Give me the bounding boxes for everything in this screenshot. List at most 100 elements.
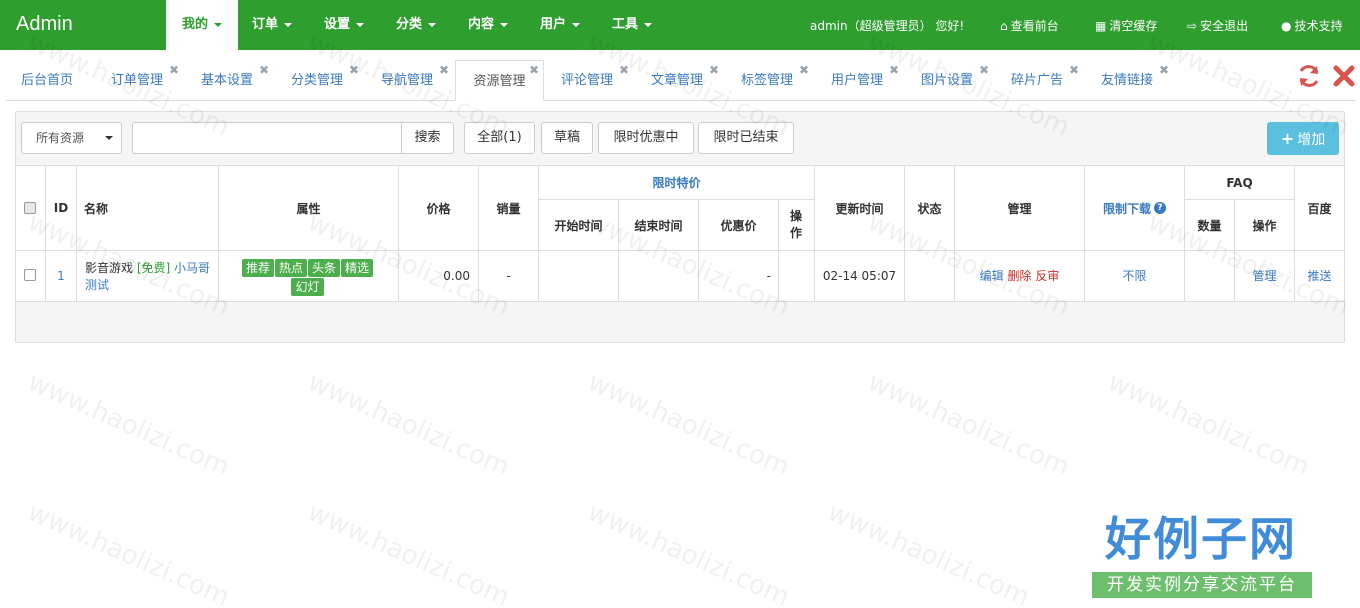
select-all-checkbox[interactable] — [24, 202, 36, 214]
search-button[interactable]: 搜索 — [401, 122, 454, 154]
menu-users[interactable]: 用户 — [528, 0, 592, 50]
tab-image-settings[interactable]: 图片设置 — [921, 60, 973, 101]
row-faq-op: 管理 — [1235, 251, 1294, 301]
tab-articles[interactable]: 文章管理 — [651, 60, 703, 101]
tag-headline[interactable]: 头条 — [308, 259, 341, 277]
menu-tools[interactable]: 工具 — [600, 0, 664, 50]
close-icon[interactable]: ✖ — [979, 64, 989, 76]
chevron-down-icon — [284, 22, 292, 27]
watermark-text: www.haolizi.com — [23, 497, 234, 608]
menu-categories[interactable]: 分类 — [384, 0, 448, 50]
row-free-badge: [免费] — [136, 261, 171, 275]
col-promo-start: 开始时间 — [554, 218, 603, 233]
top-navbar: Admin 我的 订单 设置 分类 内容 用户 工具 admin（超级管理员） … — [0, 0, 1360, 50]
home-icon: ⌂ — [1000, 19, 1008, 33]
close-icon[interactable]: ✖ — [1159, 64, 1169, 76]
refresh-icon[interactable] — [1296, 63, 1322, 89]
tab-navigation[interactable]: 导航管理 — [381, 60, 433, 101]
close-icon[interactable]: ✖ — [1069, 64, 1079, 76]
row-updated: 02-14 05:07 — [822, 269, 897, 283]
close-icon[interactable]: ✖ — [349, 64, 359, 76]
filter-promo-ended-button[interactable]: 限时已结束 — [698, 122, 794, 154]
tab-fragment-ads[interactable]: 碎片广告 — [1011, 60, 1063, 101]
row-promo-start — [539, 251, 618, 301]
tag-featured[interactable]: 精选 — [341, 259, 374, 277]
support-link[interactable]: ● 技术支持 — [1281, 0, 1343, 50]
close-icon[interactable]: ✖ — [169, 64, 179, 76]
chevron-down-icon — [644, 22, 652, 27]
filter-draft-button[interactable]: 草稿 — [541, 122, 593, 154]
col-promo: 限时特价 — [652, 176, 701, 190]
plus-icon: + — [1280, 129, 1295, 148]
col-name: 名称 — [84, 201, 109, 216]
logout-link[interactable]: ⇨ 安全退出 — [1187, 0, 1248, 50]
resource-table: ID 名称 属性 价格 销量 限时特价 开始时间 结束时间 优惠价 操作 更新时… — [16, 165, 1344, 302]
filter-all-button[interactable]: 全部(1) — [464, 122, 535, 154]
menu-content[interactable]: 内容 — [456, 0, 520, 50]
view-front-link[interactable]: ⌂ 查看前台 — [1000, 0, 1059, 50]
row-faq-count — [1185, 251, 1234, 301]
help-icon[interactable]: ? — [1154, 202, 1166, 214]
close-icon[interactable]: ✖ — [439, 64, 449, 76]
row-checkbox[interactable] — [24, 269, 36, 281]
watermark-text: www.haolizi.com — [1103, 367, 1314, 483]
download-limit-link[interactable]: 不限 — [1122, 269, 1146, 283]
tab-home[interactable]: 后台首页 — [21, 60, 73, 101]
tab-bar: 后台首页 订单管理 ✖ 基本设置 ✖ 分类管理 ✖ 导航管理 ✖ 资源管理 ✖ … — [6, 60, 1356, 101]
clear-cache-link[interactable]: ▦ 清空缓存 — [1095, 0, 1157, 50]
faq-manage-link[interactable]: 管理 — [1252, 269, 1276, 283]
menu-settings[interactable]: 设置 — [312, 0, 376, 50]
delete-link[interactable]: 删除 — [1007, 269, 1031, 283]
watermark-text: www.haolizi.com — [863, 367, 1074, 483]
watermark-logo-subtitle: 开发实例分享交流平台 — [1092, 572, 1312, 598]
filter-promo-active-button[interactable]: 限时优惠中 — [598, 122, 694, 154]
row-download-limit: 不限 — [1085, 251, 1184, 301]
close-icon[interactable]: ✖ — [529, 64, 539, 76]
tag-recommend[interactable]: 推荐 — [241, 259, 274, 277]
tab-friend-links[interactable]: 友情链接 — [1101, 60, 1153, 101]
watermark-logo-title: 好例子网 — [1105, 512, 1297, 566]
search-input[interactable] — [132, 122, 402, 154]
close-icon[interactable]: ✖ — [619, 64, 629, 76]
chevron-down-icon — [428, 22, 436, 27]
tab-orders[interactable]: 订单管理 — [111, 60, 163, 101]
col-updated: 更新时间 — [835, 201, 884, 216]
resource-filter-select[interactable]: 所有资源 — [21, 122, 122, 154]
unreview-link[interactable]: 反审 — [1035, 269, 1059, 283]
add-button[interactable]: + 增加 — [1267, 122, 1339, 155]
tab-basic-settings[interactable]: 基本设置 — [201, 60, 253, 101]
tag-hot[interactable]: 热点 — [274, 259, 307, 277]
close-icon[interactable]: ✖ — [889, 64, 899, 76]
watermark-text: www.haolizi.com — [583, 497, 794, 608]
tab-comments[interactable]: 评论管理 — [561, 60, 613, 101]
row-tags: 推荐 热点 头条 精选 幻灯 — [228, 259, 388, 297]
col-baidu: 百度 — [1307, 201, 1332, 216]
close-all-icon[interactable] — [1331, 63, 1357, 89]
row-promo-op — [779, 251, 814, 301]
user-icon: ● — [1281, 19, 1292, 33]
row-id-link[interactable]: 1 — [57, 269, 65, 283]
close-icon[interactable]: ✖ — [799, 64, 809, 76]
watermark-text: www.haolizi.com — [823, 497, 1034, 608]
tab-categories[interactable]: 分类管理 — [291, 60, 343, 101]
edit-link[interactable]: 编辑 — [980, 269, 1004, 283]
menu-mine[interactable]: 我的 — [166, 0, 238, 50]
chevron-down-icon — [572, 22, 580, 27]
watermark-text: www.haolizi.com — [303, 367, 514, 483]
col-status: 状态 — [917, 201, 942, 216]
tab-tags[interactable]: 标签管理 — [741, 60, 793, 101]
tag-slideshow[interactable]: 幻灯 — [291, 278, 324, 296]
close-icon[interactable]: ✖ — [709, 64, 719, 76]
baidu-push-link[interactable]: 推送 — [1307, 269, 1331, 283]
col-attrs: 属性 — [296, 201, 321, 216]
col-promo-price: 优惠价 — [720, 218, 757, 233]
row-name: 影音游戏 [免费] 小马哥测试 — [85, 260, 213, 294]
menu-orders[interactable]: 订单 — [240, 0, 304, 50]
tab-users[interactable]: 用户管理 — [831, 60, 883, 101]
watermark-logo: 好例子网 开发实例分享交流平台 — [1090, 510, 1312, 600]
row-promo-price: - — [766, 269, 771, 283]
col-promo-op: 操作 — [789, 209, 802, 240]
close-icon[interactable]: ✖ — [259, 64, 269, 76]
brand-logo[interactable]: Admin — [16, 13, 73, 36]
chevron-down-icon — [356, 22, 364, 27]
